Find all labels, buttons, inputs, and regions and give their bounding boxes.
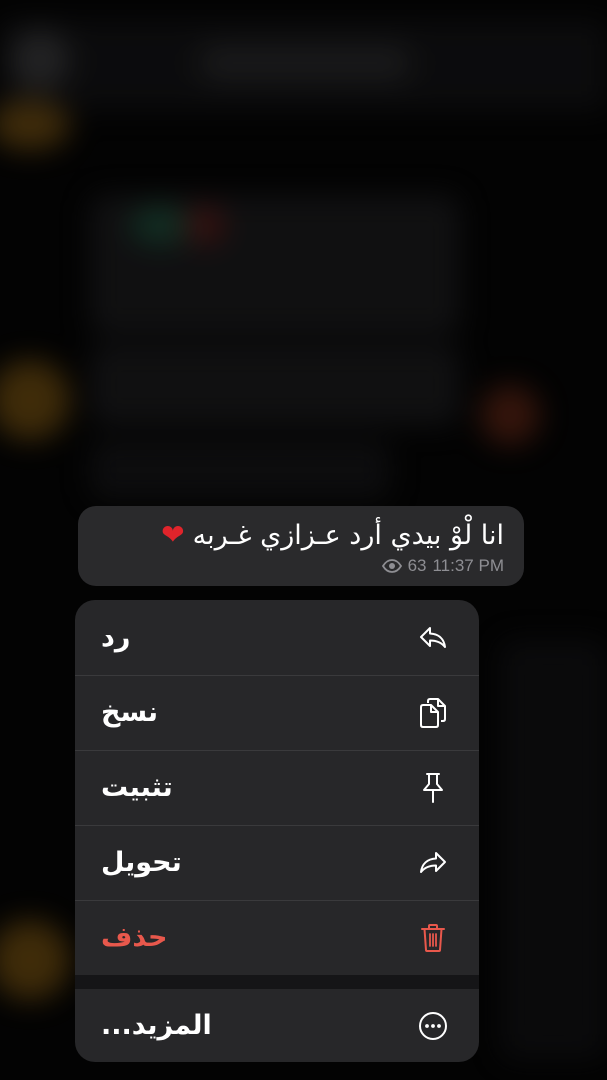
view-count: 63 [407, 556, 427, 575]
menu-item-more[interactable]: المزيد... [75, 989, 479, 1062]
message-time: 11:37 PM [432, 556, 504, 575]
pin-icon [417, 772, 449, 804]
menu-group-divider [75, 975, 479, 989]
heart-emoji: ❤ [161, 518, 185, 551]
forward-icon [417, 847, 449, 879]
menu-item-reply[interactable]: رد [75, 600, 479, 675]
menu-item-label: المزيد... [101, 1010, 212, 1041]
screen: انا لْوْ بيدي أرد عـزازي غـربه❤ 63 11:37… [0, 0, 607, 1080]
message-meta: 63 11:37 PM [381, 556, 504, 576]
message-text-line: انا لْوْ بيدي أرد عـزازي غـربه❤ [98, 518, 504, 553]
menu-item-label: رد [101, 622, 131, 653]
trash-icon [417, 922, 449, 954]
menu-item-pin[interactable]: تثبيت [75, 750, 479, 825]
menu-item-label: نسخ [101, 697, 159, 728]
menu-item-delete[interactable]: حذف [75, 900, 479, 975]
eye-icon [381, 559, 402, 573]
menu-item-label: حذف [101, 922, 168, 953]
message-text: انا لْوْ بيدي أرد عـزازي غـربه [192, 520, 504, 551]
menu-item-label: تثبيت [101, 772, 173, 803]
context-menu: رد نسخ تثبيت تحويل حذف المزيد... [75, 600, 479, 1062]
more-icon [417, 1010, 449, 1042]
menu-item-label: تحويل [101, 847, 182, 878]
reply-icon [417, 622, 449, 654]
menu-item-forward[interactable]: تحويل [75, 825, 479, 900]
message-bubble[interactable]: انا لْوْ بيدي أرد عـزازي غـربه❤ 63 11:37… [78, 506, 524, 586]
copy-icon [417, 697, 449, 729]
menu-item-copy[interactable]: نسخ [75, 675, 479, 750]
